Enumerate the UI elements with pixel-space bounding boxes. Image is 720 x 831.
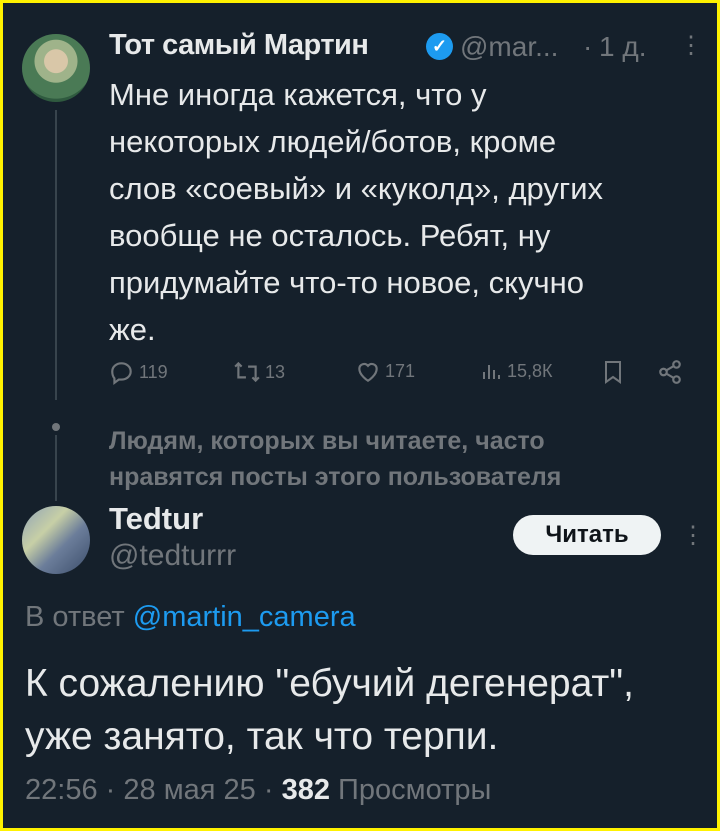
more-options-icon[interactable]: ⋮ [679,31,703,60]
thread-line [55,110,57,400]
tweet-text: К сожалению "ебучий дегенерат", уже заня… [25,662,634,758]
like-button[interactable]: 171 [355,359,415,383]
verified-badge-icon: ✓ [426,33,453,60]
like-count: 171 [385,360,416,381]
views-count: 15,8К [507,360,553,381]
reply-count: 119 [139,361,168,382]
avatar[interactable] [22,506,90,574]
date[interactable]: 28 мая 25 [123,774,255,806]
retweet-button[interactable]: 13 [233,359,285,385]
tweet-text: Мне иногда кажется, что у некоторых люде… [109,77,604,347]
views-chart-icon [483,365,500,379]
bookmark-icon [605,361,621,384]
views-button[interactable]: 15,8К [479,359,553,383]
views-label: Просмотры [338,774,492,806]
tweet-actions: 119 13 171 15,8К [109,359,699,391]
follow-button[interactable]: Читать [513,515,661,555]
author-handle[interactable]: @mar... [460,31,558,63]
views-count: 382 [281,774,330,806]
timestamp[interactable]: 22:56 [25,774,98,806]
separator: · [583,31,593,62]
bookmark-button[interactable] [601,359,625,385]
thread-line [55,435,57,501]
social-context: Людям, которых вы читаете, часто нравятс… [109,427,562,491]
author-handle[interactable]: @tedturrr [109,539,236,573]
retweet-count: 13 [265,361,286,382]
reply-button[interactable]: 119 [109,359,168,385]
share-icon [659,360,681,384]
retweet-icon [234,361,260,383]
share-button[interactable] [657,359,683,385]
reply-context: В ответ @martin_camera [25,601,356,634]
separator: · [263,774,274,806]
tweet-meta: 22:56 · 28 мая 25 · 382 Просмотры [25,774,491,807]
author-name[interactable]: Tedtur [109,501,203,537]
tweet-thread: Тот самый Мартин ✓ @mar... · 1 д. ⋮ Мне … [3,3,717,828]
reply-prefix: В ответ [25,601,125,633]
separator: · [105,774,116,806]
author-name[interactable]: Тот самый Мартин [109,29,369,62]
avatar[interactable] [22,34,90,102]
reply-icon [111,362,132,385]
mention-link[interactable]: @martin_camera [133,601,356,633]
more-options-icon[interactable]: ⋮ [681,521,705,550]
heart-icon [358,362,378,383]
timestamp[interactable]: 1 д. [599,31,646,63]
thread-dot [52,423,60,431]
